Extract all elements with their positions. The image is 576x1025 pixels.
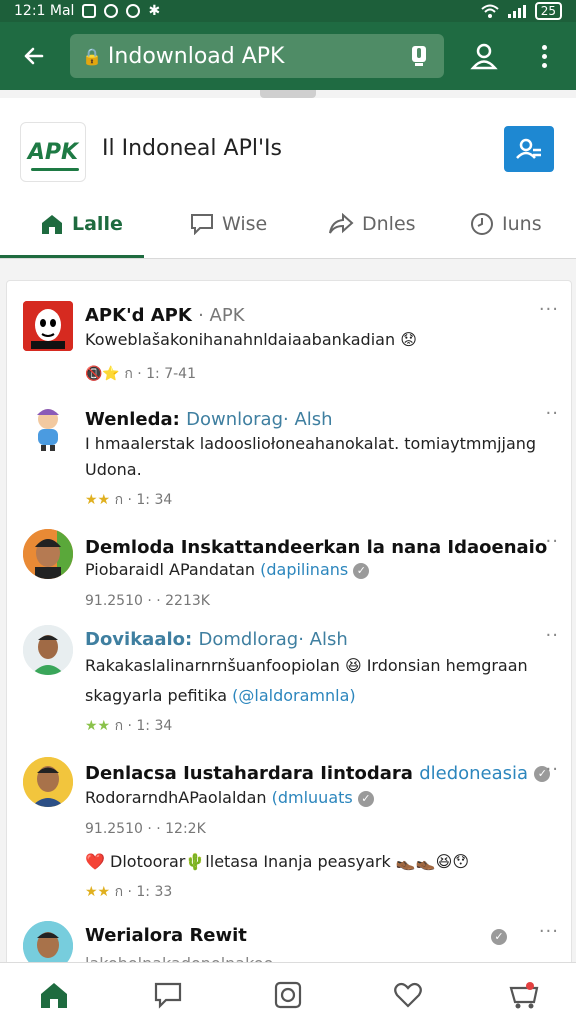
rating-stars: ★★ xyxy=(85,884,111,900)
nav-home-button[interactable] xyxy=(36,977,72,1013)
post-meta: ★★ ก · 1: 34 xyxy=(85,718,173,734)
site-header: APK Il Indoneal APl'Is xyxy=(0,98,576,191)
status-bar: 12:1 Mal ✱ 25 xyxy=(0,0,576,22)
tab-wise[interactable]: Wise xyxy=(190,190,267,258)
search-user-icon xyxy=(516,138,541,159)
signal-icon xyxy=(507,5,526,18)
bottom-navigation xyxy=(0,962,576,1025)
nav-chat-button[interactable] xyxy=(150,977,186,1013)
address-bar[interactable]: 🔒 Indownload APK xyxy=(70,34,444,78)
dot-icon xyxy=(541,44,547,50)
nav-heart-button[interactable] xyxy=(390,977,426,1013)
tab-home[interactable]: Lalle xyxy=(40,190,123,258)
post-more-button[interactable]: ··· xyxy=(539,921,559,942)
post-more-button[interactable]: ··· xyxy=(539,299,559,320)
dot-icon xyxy=(541,62,547,68)
wifi-icon xyxy=(481,4,499,18)
post-title: Dovikaalo: Domdlorag· Alsh xyxy=(85,629,348,650)
home-icon xyxy=(42,215,62,234)
url-text: Indownload APK xyxy=(107,43,285,69)
post-avatar[interactable] xyxy=(23,403,73,453)
post-more-button[interactable]: ·· xyxy=(546,759,559,780)
post-title: Wenleda: Downlorag· Alsh xyxy=(85,409,333,430)
nav-camera-button[interactable] xyxy=(270,977,306,1013)
tab-label: Lalle xyxy=(72,213,123,235)
post-avatar[interactable] xyxy=(23,757,73,807)
post-meta: ★★ ก · 1: 33 xyxy=(85,884,173,900)
post-meta: 📵⭐ ก · 1: 7-41 xyxy=(85,366,196,382)
post-avatar[interactable] xyxy=(23,301,73,351)
post-title: Werialora Rewit xyxy=(85,925,247,946)
rating-stars: ★★ xyxy=(85,492,111,508)
clock-icon xyxy=(471,213,493,235)
tab-iuns[interactable]: Iuns xyxy=(470,190,542,258)
post-more-button[interactable]: ·· xyxy=(546,625,559,646)
tab-label: Dnles xyxy=(362,213,416,235)
post-text: Rakakaslalinarnrnšuanfoopiolan 😆 Irdonsi… xyxy=(85,656,528,705)
notification-icon-2 xyxy=(104,4,119,18)
more-menu-button[interactable] xyxy=(528,36,560,76)
post-avatar[interactable] xyxy=(23,625,73,675)
site-logo[interactable]: APK xyxy=(20,122,86,182)
notification-icon xyxy=(82,4,97,18)
camera-icon xyxy=(274,981,302,1009)
rating-stars: ★★ xyxy=(85,718,111,734)
tab-label: Wise xyxy=(222,213,268,235)
tab-bar: Lalle Wise Dnles Iuns xyxy=(0,190,576,259)
back-button[interactable] xyxy=(14,36,54,76)
verified-icon: ✓ xyxy=(491,929,507,945)
chat-icon xyxy=(154,982,182,1009)
verified-icon: ✓ xyxy=(353,562,370,579)
cart-icon xyxy=(509,982,539,1009)
post-avatar[interactable] xyxy=(23,529,73,579)
post-meta: 91.2510 · · 2213K xyxy=(85,593,210,609)
arrow-left-icon xyxy=(24,47,44,65)
post-feed: APK'd APK · APK Koweblašakonihanahnldaia… xyxy=(6,280,572,972)
post-text: Koweblašakonihanahnldaiaabankadian 😟 xyxy=(85,330,417,349)
verified-icon: ✓ xyxy=(357,790,374,807)
post-text: Piobaraidl APandatan (dapilinans ✓ xyxy=(85,557,555,583)
notification-icon-3 xyxy=(126,4,141,18)
post-meta: ★★ ก · 1: 34 xyxy=(85,492,173,508)
site-name: Il Indoneal APl'Is xyxy=(102,136,282,161)
nav-cart-button[interactable] xyxy=(506,977,542,1013)
heart-icon xyxy=(394,982,422,1008)
post-meta: 91.2510 · · 12:2K xyxy=(85,821,206,837)
chat-icon xyxy=(191,214,213,235)
active-tab-indicator xyxy=(0,255,144,258)
tab-label: Iuns xyxy=(502,213,542,235)
post-text: I hmaalerstak ladoosliołoneahanokalat. t… xyxy=(85,434,537,479)
home-icon xyxy=(41,983,67,1008)
share-icon xyxy=(329,213,354,234)
post-more-button[interactable]: ·· xyxy=(546,403,559,424)
post-extra-text: ❤️ Dlotoorar🌵lletasa Inanja peasyark 👞👞😆… xyxy=(85,852,470,871)
bluetooth-icon: ✱ xyxy=(148,3,161,19)
post-title: APK'd APK · APK xyxy=(85,305,245,326)
pull-handle[interactable] xyxy=(260,90,316,98)
lock-icon: 🔒 xyxy=(82,46,102,66)
post-title: Denlacsa Iustahardara Iintodara dledonea… xyxy=(85,763,551,784)
user-icon xyxy=(470,43,498,70)
browser-toolbar: 🔒 Indownload APK xyxy=(0,22,576,90)
battery-icon: 25 xyxy=(534,2,562,20)
tab-dnles[interactable]: Dnles xyxy=(328,190,416,258)
dot-icon xyxy=(541,53,547,59)
post-more-button[interactable]: ·· xyxy=(546,531,559,552)
status-time: 12:1 Mal xyxy=(14,3,75,19)
post-text: RodorarndhAPaolaldan (dmluuats ✓ xyxy=(85,785,555,811)
post-title: Demloda Inskattandeerkan la nana Idaoena… xyxy=(85,537,548,558)
search-button[interactable] xyxy=(504,126,554,172)
profile-button[interactable] xyxy=(466,36,502,76)
mic-icon[interactable] xyxy=(406,41,432,71)
